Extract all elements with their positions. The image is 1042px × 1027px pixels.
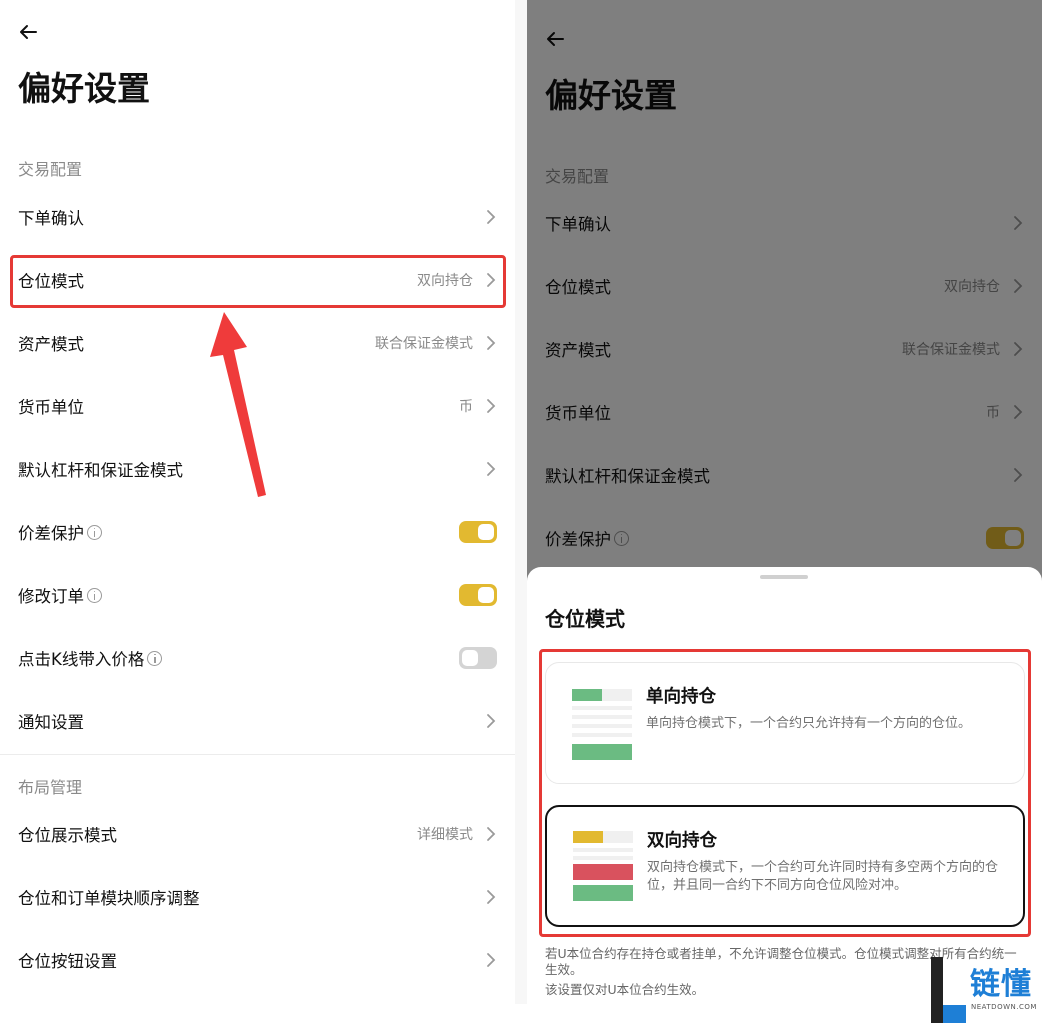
row-value: 币: [459, 399, 473, 415]
row-label: 仓位和订单模块顺序调整: [18, 889, 200, 908]
row-order-confirm[interactable]: 下单确认: [527, 197, 1042, 249]
modify-order-toggle[interactable]: [459, 584, 497, 606]
info-icon[interactable]: [87, 524, 102, 540]
chevron-right-icon: [487, 890, 496, 904]
row-module-order[interactable]: 仓位和订单模块顺序调整: [0, 871, 515, 923]
chevron-right-icon: [487, 462, 496, 476]
row-value: 详细模式: [417, 827, 473, 843]
chevron-right-icon: [1014, 468, 1023, 482]
row-label: 通知设置: [18, 713, 84, 732]
row-default-leverage[interactable]: 默认杠杆和保证金模式: [527, 449, 1042, 501]
highlight-box: [539, 649, 1031, 937]
section-header-trade: 交易配置: [545, 167, 610, 186]
info-icon[interactable]: [147, 650, 163, 666]
row-label: 资产模式: [545, 341, 611, 360]
sheet-title: 仓位模式: [545, 607, 625, 631]
highlight-box: [10, 255, 506, 308]
row-label: 价差保护: [18, 524, 84, 543]
chevron-right-icon: [1014, 279, 1023, 293]
row-label: 下单确认: [545, 215, 611, 234]
settings-screen: 偏好设置 交易配置 下单确认 仓位模式 双向持仓 资产模式 联合保证金模式 货币…: [0, 0, 515, 1004]
kline-price-toggle[interactable]: [459, 647, 497, 669]
row-label: 货币单位: [545, 404, 611, 423]
row-value: 币: [986, 405, 1000, 421]
row-label: 货币单位: [18, 398, 84, 417]
row-notify[interactable]: 通知设置: [0, 695, 515, 747]
chevron-right-icon: [1014, 342, 1023, 356]
watermark-subtext: NEATDOWN.COM: [971, 1003, 1037, 1011]
row-currency-unit[interactable]: 货币单位 币: [527, 386, 1042, 438]
row-price-protect: 价差保护: [0, 506, 515, 558]
price-protect-toggle[interactable]: [459, 521, 497, 543]
annotation-arrow-icon: [210, 312, 266, 497]
row-position-mode[interactable]: 仓位模式 双向持仓: [527, 260, 1042, 312]
row-value: 联合保证金模式: [902, 342, 1000, 358]
row-position-display[interactable]: 仓位展示模式 详细模式: [0, 808, 515, 860]
row-modify-order: 修改订单: [0, 569, 515, 621]
row-label: 资产模式: [18, 335, 84, 354]
chevron-right-icon: [487, 399, 496, 413]
row-order-confirm[interactable]: 下单确认: [0, 191, 515, 243]
page-title: 偏好设置: [545, 76, 677, 115]
row-position-buttons[interactable]: 仓位按钮设置: [0, 934, 515, 986]
page-title: 偏好设置: [18, 69, 150, 108]
divider: [0, 754, 515, 755]
logo-mark-icon: [931, 957, 966, 1023]
chevron-right-icon: [1014, 405, 1023, 419]
row-label: 默认杠杆和保证金模式: [18, 461, 183, 480]
chevron-right-icon: [487, 336, 496, 350]
row-label: 仓位模式: [545, 278, 611, 297]
section-header-trade: 交易配置: [18, 160, 83, 179]
settings-screen-with-sheet: 偏好设置 交易配置 下单确认 仓位模式 双向持仓 资产模式 联合保证金模式 货币…: [527, 0, 1042, 1004]
row-label: 仓位按钮设置: [18, 952, 117, 971]
row-kline-price: 点击K线带入价格: [0, 632, 515, 684]
arrow-left-icon[interactable]: [543, 27, 567, 51]
price-protect-toggle[interactable]: [986, 527, 1024, 549]
chevron-right-icon: [487, 953, 496, 967]
row-price-protect: 价差保护: [527, 512, 1042, 564]
info-icon[interactable]: [87, 587, 102, 603]
row-label: 点击K线带入价格: [18, 650, 145, 669]
row-label: 下单确认: [18, 209, 84, 228]
info-icon[interactable]: [614, 530, 629, 546]
bottom-sheet-position-mode: 仓位模式 单向持仓 单向持仓模式下，一个合约只允许持有一个方向的仓位。 双向持仓…: [527, 567, 1042, 1004]
row-label: 仓位展示模式: [18, 826, 117, 845]
row-label: 价差保护: [545, 530, 611, 549]
panel-gap: [515, 0, 527, 1027]
chevron-right-icon: [487, 827, 496, 841]
chevron-right-icon: [487, 210, 496, 224]
row-value: 双向持仓: [944, 279, 1000, 295]
watermark-text: 链懂: [970, 967, 1032, 1002]
arrow-left-icon[interactable]: [16, 20, 40, 44]
chevron-right-icon: [1014, 216, 1023, 230]
watermark-logo: 链懂 NEATDOWN.COM: [928, 955, 1040, 1025]
sheet-handle[interactable]: [760, 575, 808, 579]
chevron-right-icon: [487, 714, 496, 728]
row-value: 联合保证金模式: [375, 336, 473, 352]
row-label: 修改订单: [18, 587, 84, 606]
bottom-strip: [0, 1004, 1042, 1027]
section-header-layout: 布局管理: [18, 778, 83, 797]
row-label: 默认杠杆和保证金模式: [545, 467, 710, 486]
row-asset-mode[interactable]: 资产模式 联合保证金模式: [527, 323, 1042, 375]
